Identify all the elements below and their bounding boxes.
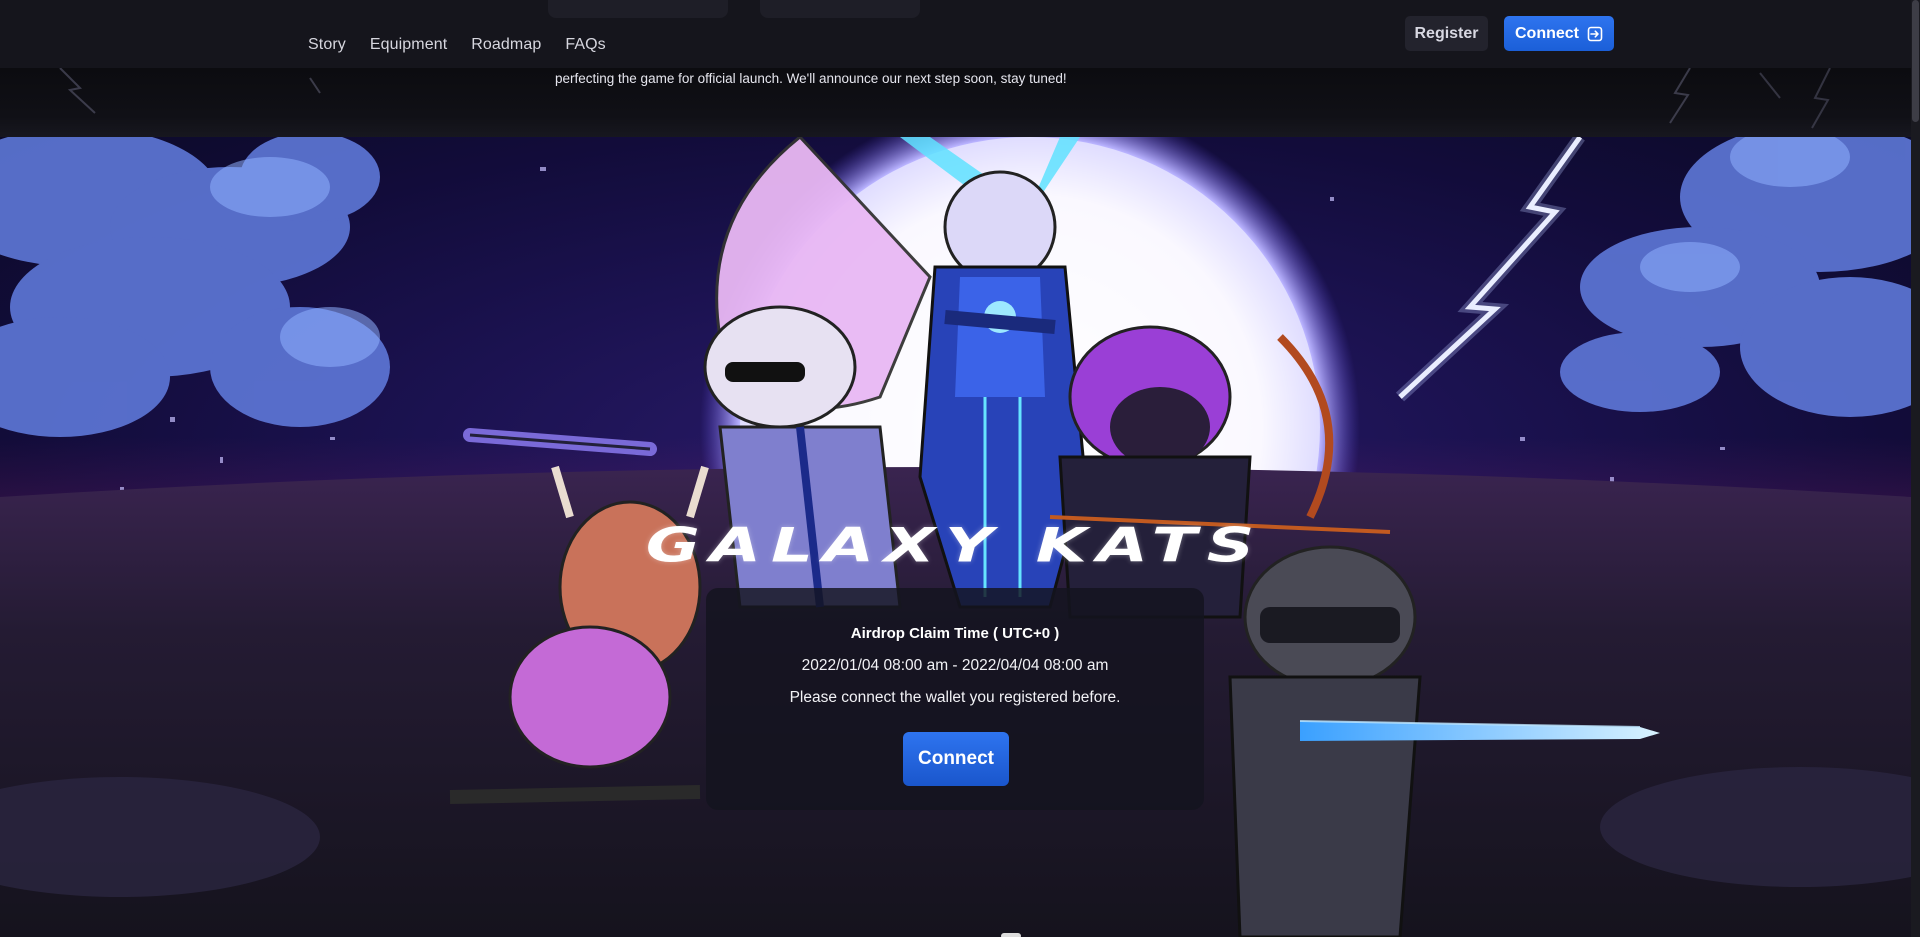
login-arrow-icon [1587, 26, 1603, 41]
announcement-banner: perfecting the game for official launch.… [0, 68, 1911, 137]
page-scrollbar[interactable] [1911, 0, 1920, 937]
nav-link-story[interactable]: Story [308, 36, 346, 54]
hero-section: GALAXY KATS [0, 137, 1911, 937]
claim-hint-text: Please connect the wallet you registered… [789, 689, 1121, 706]
page-scrollbar-thumb[interactable] [1912, 0, 1919, 122]
connect-button-label: Connect [1515, 24, 1579, 42]
announcement-text: perfecting the game for official launch.… [555, 71, 1067, 86]
nav-link-equipment[interactable]: Equipment [370, 36, 447, 54]
cloud-left [0, 137, 390, 437]
register-button[interactable]: Register [1405, 16, 1488, 51]
connect-wallet-button[interactable]: Connect [903, 732, 1009, 786]
airdrop-claim-card: Airdrop Claim Time ( UTC+0 ) 2022/01/04 … [706, 588, 1204, 810]
claim-title: Airdrop Claim Time ( UTC+0 ) [850, 625, 1060, 642]
main-nav: Story Equipment Roadmap FAQs [308, 36, 630, 54]
navbar-ghost-tab [548, 0, 728, 18]
game-logo: GALAXY KATS [645, 517, 1265, 574]
nav-link-roadmap[interactable]: Roadmap [471, 36, 541, 54]
claim-time-range: 2022/01/04 08:00 am - 2022/04/04 08:00 a… [801, 657, 1109, 674]
connect-button-header[interactable]: Connect [1504, 16, 1614, 51]
navbar-ghost-tab [760, 0, 920, 18]
scroll-indicator[interactable] [1001, 933, 1021, 937]
nav-link-faqs[interactable]: FAQs [565, 36, 605, 54]
top-navbar: Story Equipment Roadmap FAQs Register Co… [0, 0, 1911, 68]
